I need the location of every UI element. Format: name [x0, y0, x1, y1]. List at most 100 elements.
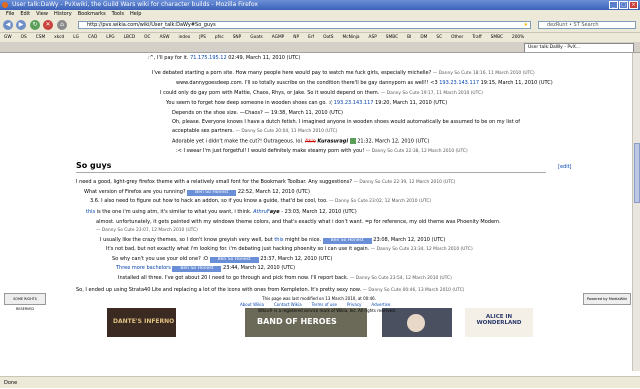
- ad-banner-alice[interactable]: ALICE IN WONDERLAND: [465, 308, 533, 337]
- maximize-button[interactable]: □: [619, 1, 628, 9]
- user-link[interactable]: AthruF: [253, 209, 270, 215]
- footer-link-about[interactable]: About Wikia: [240, 302, 264, 307]
- bookmark-item[interactable]: LPG: [106, 33, 114, 42]
- ip-link[interactable]: 193.23.143.117: [334, 100, 374, 106]
- window-controls: _ □ ×: [609, 1, 638, 9]
- bookmark-item[interactable]: McNinja: [343, 33, 360, 42]
- ip-link[interactable]: 193.23.143.117: [439, 80, 479, 86]
- talk-text: I need a good, light-grey firefox theme …: [76, 179, 352, 185]
- talk-line-1: :^, I'll pay for it. 71.175.195.12 02:49…: [148, 55, 300, 61]
- bookmark-item[interactable]: xkcd: [54, 33, 64, 42]
- talk-line-7: Oh, please. Everyone knows I have a dutc…: [172, 119, 520, 125]
- user-link[interactable]: Kurasuragi: [317, 139, 348, 145]
- so-reply-5: I usually like the crazy themes, so I do…: [100, 237, 445, 244]
- bookmark-item[interactable]: NP: [293, 33, 299, 42]
- banner-label: DANTE'S INFERNO: [113, 318, 175, 325]
- bookmark-item[interactable]: SMBC: [386, 33, 398, 42]
- signature: — Danny So Cute 22:39, 12 March 2010 (UT…: [353, 180, 456, 185]
- bookmark-item[interactable]: SC: [436, 33, 442, 42]
- menu-history[interactable]: History: [54, 10, 72, 18]
- bookmark-item[interactable]: GW: [4, 33, 12, 42]
- menu-tools[interactable]: Tools: [112, 10, 124, 18]
- vertical-scrollbar[interactable]: [632, 53, 640, 371]
- close-button[interactable]: ×: [629, 1, 638, 9]
- footer-link-privacy[interactable]: Privacy: [347, 302, 361, 307]
- footer-link-terms[interactable]: Terms of use: [312, 302, 337, 307]
- status-bar: Done: [0, 376, 640, 388]
- bookmark-item[interactable]: LBCD: [124, 33, 136, 42]
- ad-banner-dantes-inferno[interactable]: DANTE'S INFERNO: [107, 308, 176, 337]
- bookmark-item[interactable]: 200%: [512, 33, 524, 42]
- menu-view[interactable]: View: [36, 10, 48, 18]
- ip-link[interactable]: 71.175.195.12: [190, 55, 227, 61]
- talk-line-6: Depends on the shoe size. —Chaos? — 19:3…: [172, 110, 344, 116]
- home-button[interactable]: ⌂: [57, 20, 67, 30]
- bookmark-item[interactable]: OS: [21, 33, 27, 42]
- reload-button[interactable]: ↻: [30, 20, 40, 30]
- bookmark-item[interactable]: ASW: [160, 33, 170, 42]
- scrollbar-thumb[interactable]: [634, 143, 640, 203]
- menu-edit[interactable]: Edit: [20, 10, 30, 18]
- menu-help[interactable]: Help: [130, 10, 141, 18]
- edit-section-link[interactable]: [edit]: [558, 164, 572, 170]
- menu-bar: File Edit View History Bookmarks Tools H…: [0, 10, 640, 18]
- talk-text: So, I ended up using Strata40 Lite and r…: [76, 287, 362, 293]
- bookmark-star-icon[interactable]: ★: [524, 22, 528, 28]
- url-input[interactable]: http://pvx.wikia.com/wiki/User_talk:DaWy…: [78, 21, 531, 29]
- timestamp: 21:32, March 12, 2010 (UTC): [357, 138, 430, 145]
- so-reply-9: Installed all three. I've got about 20 I…: [118, 275, 452, 282]
- status-text: Done: [4, 380, 18, 386]
- theme-link[interactable]: this: [86, 209, 95, 215]
- user-link[interactable]: Akio: [305, 139, 316, 145]
- bookmark-item[interactable]: index: [178, 33, 190, 42]
- user-badge[interactable]: Ben So Honest: [172, 266, 222, 272]
- bookmark-item[interactable]: Other: [451, 33, 463, 42]
- talk-text: I usually like the crazy themes, so I do…: [100, 237, 273, 243]
- so-reply-1: What version of Firefox are you running?…: [84, 189, 310, 196]
- bookmark-item[interactable]: CSM: [36, 33, 45, 42]
- navigation-toolbar: ◀ ▶ ↻ ✕ ⌂ http://pvx.wikia.com/wiki/User…: [0, 18, 640, 33]
- bookmark-item[interactable]: Erf: [308, 33, 314, 42]
- back-button[interactable]: ◀: [3, 20, 13, 30]
- bookmark-item[interactable]: DM: [420, 33, 427, 42]
- menu-file[interactable]: File: [6, 10, 14, 18]
- stop-button[interactable]: ✕: [43, 20, 53, 30]
- tab-user-talk[interactable]: User talk:DaWy - PvX...: [524, 43, 634, 52]
- bookmark-item[interactable]: SMBC: [491, 33, 503, 42]
- theme-link[interactable]: bachelors: [146, 265, 170, 271]
- footer-link-advertise[interactable]: Advertise: [371, 302, 390, 307]
- menu-bookmarks[interactable]: Bookmarks: [78, 10, 106, 18]
- footer-link-contact[interactable]: Contact Wikia: [274, 302, 302, 307]
- bookmark-item[interactable]: SNP: [233, 33, 242, 42]
- talk-text: Installed all three. I've got about 20 I…: [118, 275, 349, 281]
- bookmark-item[interactable]: BI: [407, 33, 411, 42]
- bookmark-item[interactable]: CAD: [88, 33, 97, 42]
- user-badge[interactable]: Ben So Honest: [209, 257, 259, 263]
- talk-text: www.dannygoesdeep.com. I'll so totally s…: [176, 80, 438, 86]
- heading-divider: [76, 172, 546, 173]
- user-badge[interactable]: Ben So Honest: [187, 190, 237, 196]
- bookmark-item[interactable]: pfsc: [215, 33, 224, 42]
- bookmark-item[interactable]: Traff: [472, 33, 481, 42]
- bookmark-item[interactable]: OotS: [323, 33, 333, 42]
- timestamp: - 23:03, March 12, 2010 (UTC): [281, 209, 357, 215]
- theme-link[interactable]: Three: [116, 265, 130, 271]
- mediawiki-badge[interactable]: Powered by MediaWiki: [583, 293, 631, 305]
- user-badge[interactable]: Ben So Honest: [322, 238, 372, 244]
- cc-license-badge[interactable]: SOME RIGHTS RESERVED: [4, 293, 46, 311]
- theme-link[interactable]: this: [274, 237, 283, 243]
- window-titlebar: User talk:DaWy - PvXwiki, the Guild Wars…: [0, 0, 640, 10]
- forward-button[interactable]: ▶: [16, 20, 26, 30]
- bookmark-item[interactable]: OC: [144, 33, 150, 42]
- bookmark-item[interactable]: Goats: [250, 33, 263, 42]
- search-input[interactable]: dezRunt • ST Search: [538, 21, 636, 29]
- so-reply-6: It's not bad, but not exactly what i'm l…: [106, 246, 473, 253]
- bookmark-item[interactable]: AGMP: [272, 33, 285, 42]
- minimize-button[interactable]: _: [609, 1, 618, 9]
- bookmark-item[interactable]: LG: [73, 33, 79, 42]
- so-reply-4-sig: — Danny So Cute 23:07, 12 March 2010 (UT…: [96, 227, 198, 234]
- theme-link[interactable]: more: [132, 265, 145, 271]
- bookmark-item[interactable]: JPS: [199, 33, 206, 42]
- bookmark-item[interactable]: ASP: [369, 33, 377, 42]
- user-link[interactable]: aye: [270, 209, 280, 215]
